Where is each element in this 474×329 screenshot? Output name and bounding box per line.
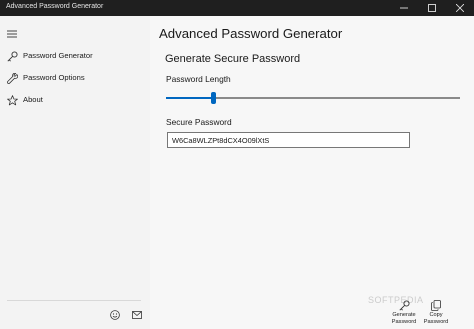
copy-password-button[interactable]: Copy Password (419, 298, 453, 328)
label-line: Password (391, 319, 417, 326)
maximize-icon[interactable] (418, 0, 446, 16)
secure-password-input[interactable] (168, 133, 409, 147)
section-title: Generate Secure Password (165, 53, 301, 65)
hamburger-icon[interactable] (5, 27, 19, 41)
slider-thumb[interactable] (211, 92, 217, 104)
generate-password-button[interactable]: Generate Password (387, 298, 421, 328)
key-icon (398, 299, 410, 311)
slider-fill (166, 97, 214, 99)
mail-icon[interactable] (131, 309, 143, 321)
wrench-icon (6, 72, 18, 84)
main-panel: Advanced Password Generator Generate Sec… (150, 16, 474, 329)
smiley-icon[interactable] (109, 309, 121, 321)
sidebar-item-label: About (23, 95, 43, 104)
sidebar-item-password-options[interactable]: Password Options (0, 68, 150, 88)
password-length-slider[interactable] (166, 91, 460, 105)
copy-icon (430, 299, 442, 311)
label-line: Copy (429, 312, 443, 318)
sidebar-item-password-generator[interactable]: Password Generator (0, 46, 150, 66)
label-line: Generate (392, 312, 416, 318)
sidebar: Password Generator Password Options Abou… (0, 16, 150, 329)
secure-password-label: Secure Password (166, 117, 232, 127)
sidebar-item-about[interactable]: About (0, 90, 150, 110)
window-title: Advanced Password Generator (6, 3, 104, 10)
copy-password-label: Copy Password (419, 312, 453, 327)
title-bar: Advanced Password Generator (0, 0, 474, 16)
secure-password-field[interactable] (167, 132, 410, 148)
label-line: Password (423, 319, 449, 326)
sidebar-item-label: Password Generator (23, 51, 93, 60)
password-length-label: Password Length (166, 74, 231, 84)
close-icon[interactable] (446, 0, 474, 16)
star-icon (6, 94, 18, 106)
generate-password-label: Generate Password (387, 312, 421, 327)
sidebar-divider (7, 300, 141, 301)
sidebar-item-label: Password Options (23, 73, 85, 82)
minimize-icon[interactable] (390, 0, 418, 16)
key-icon (6, 50, 18, 62)
page-title: Advanced Password Generator (159, 26, 343, 41)
